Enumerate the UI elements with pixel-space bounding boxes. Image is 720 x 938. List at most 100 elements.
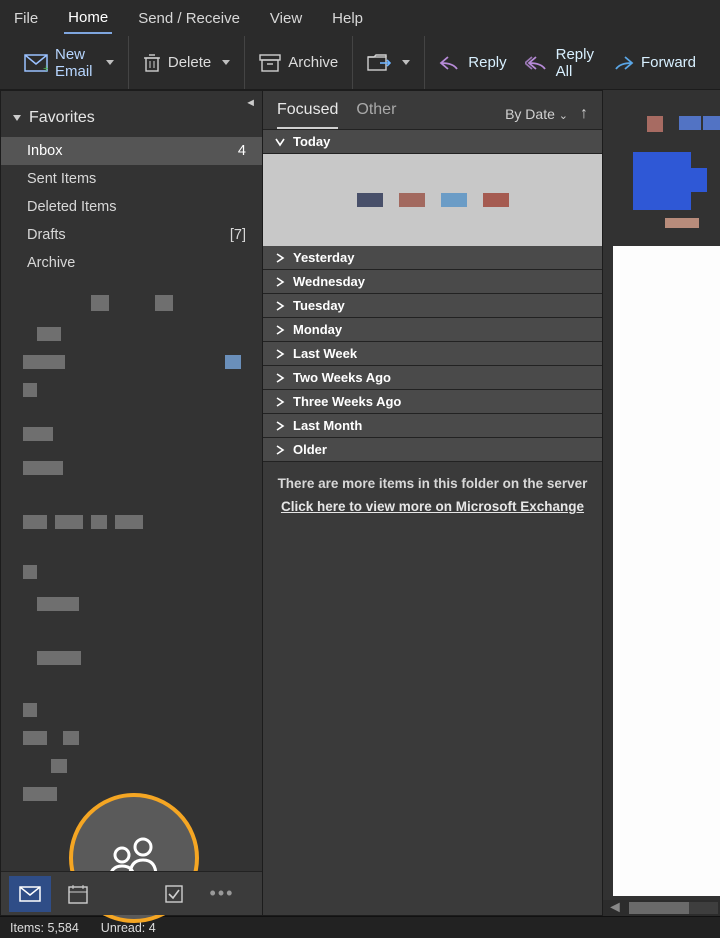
sort-direction-button[interactable]: ↑	[580, 105, 588, 123]
mail-module-button[interactable]	[9, 876, 51, 912]
chevron-right-icon	[275, 325, 285, 335]
more-modules-button[interactable]: •••	[201, 876, 243, 912]
forward-icon	[612, 55, 634, 71]
chevron-right-icon	[275, 349, 285, 359]
folder-label: Sent Items	[27, 171, 96, 187]
menu-home[interactable]: Home	[64, 3, 112, 34]
archive-label: Archive	[288, 54, 338, 71]
reading-scrollbar[interactable]: ◄	[603, 900, 720, 916]
folder-archive[interactable]: Archive	[1, 249, 262, 277]
group-three-weeks-ago[interactable]: Three Weeks Ago	[263, 390, 602, 414]
chevron-right-icon	[275, 137, 285, 147]
new-email-icon: +	[24, 54, 48, 72]
chevron-down-icon: ⌄	[559, 110, 568, 122]
more-items-text: There are more items in this folder on t…	[263, 476, 602, 491]
group-label: Last Week	[293, 346, 357, 361]
reply-all-label: Reply All	[556, 46, 594, 80]
message-preview-swatch	[357, 193, 383, 207]
folder-deleted-items[interactable]: Deleted Items	[1, 193, 262, 221]
message-preview-swatch	[441, 193, 467, 207]
chevron-down-icon[interactable]	[222, 60, 230, 65]
group-older[interactable]: Older	[263, 438, 602, 462]
message-list-pane: Focused Other By Date ⌄ ↑ Today Yesterday…	[263, 90, 603, 916]
group-label: Last Month	[293, 418, 362, 433]
forward-button[interactable]: Forward	[606, 48, 702, 77]
group-label: Older	[293, 442, 327, 457]
folder-inbox[interactable]: Inbox 4	[1, 137, 262, 165]
archive-button[interactable]: Archive	[253, 48, 344, 78]
menu-view[interactable]: View	[266, 4, 306, 33]
reply-all-icon	[525, 55, 549, 71]
new-email-button[interactable]: + New Email	[18, 40, 120, 86]
view-more-link[interactable]: Click here to view more on Microsoft Exc…	[263, 499, 602, 514]
folder-label: Inbox	[27, 143, 62, 159]
menubar: File Home Send / Receive View Help	[0, 0, 720, 36]
favorites-header[interactable]: Favorites	[1, 91, 262, 137]
inbox-tabs: Focused Other	[277, 101, 396, 129]
reading-pane: ◄	[603, 90, 720, 916]
account-tree	[1, 277, 262, 871]
calendar-module-button[interactable]	[57, 876, 99, 912]
chevron-right-icon	[275, 397, 285, 407]
group-two-weeks-ago[interactable]: Two Weeks Ago	[263, 366, 602, 390]
group-label: Yesterday	[293, 250, 354, 265]
folder-drafts[interactable]: Drafts [7]	[1, 221, 262, 249]
collapse-nav-icon[interactable]: ◄	[245, 97, 256, 109]
scroll-left-icon[interactable]: ◄	[603, 899, 627, 917]
group-label: Two Weeks Ago	[293, 370, 391, 385]
new-email-label: New Email	[55, 46, 95, 80]
menu-help[interactable]: Help	[328, 4, 367, 33]
message-body	[613, 246, 720, 896]
move-button[interactable]	[361, 48, 416, 78]
reply-icon	[439, 55, 461, 71]
chevron-right-icon	[275, 301, 285, 311]
group-label: Tuesday	[293, 298, 345, 313]
group-wednesday[interactable]: Wednesday	[263, 270, 602, 294]
message-preview-swatch	[399, 193, 425, 207]
menu-send-receive[interactable]: Send / Receive	[134, 4, 244, 33]
delete-label: Delete	[168, 54, 211, 71]
status-bar: Items: 5,584 Unread: 4	[0, 916, 720, 938]
folder-label: Deleted Items	[27, 199, 116, 215]
sort-by-button[interactable]: By Date ⌄	[505, 106, 568, 122]
folder-label: Drafts	[27, 227, 66, 243]
reply-label: Reply	[468, 54, 506, 71]
folder-sent-items[interactable]: Sent Items	[1, 165, 262, 193]
group-today[interactable]: Today	[263, 130, 602, 154]
ribbon-toolbar: + New Email Delete Archive	[0, 36, 720, 90]
navigation-pane: ◄ Favorites Inbox 4 Sent Items Deleted Item…	[0, 90, 263, 916]
tab-other[interactable]: Other	[356, 101, 396, 129]
trash-icon	[143, 53, 161, 73]
group-last-week[interactable]: Last Week	[263, 342, 602, 366]
status-unread-count: Unread: 4	[101, 921, 156, 935]
group-tuesday[interactable]: Tuesday	[263, 294, 602, 318]
chevron-down-icon[interactable]	[106, 60, 114, 65]
delete-button[interactable]: Delete	[137, 47, 236, 79]
chevron-right-icon	[275, 373, 285, 383]
tab-focused[interactable]: Focused	[277, 101, 338, 129]
group-label: Monday	[293, 322, 342, 337]
archive-icon	[259, 54, 281, 72]
folder-count: [7]	[230, 227, 246, 243]
reply-all-button[interactable]: Reply All	[519, 40, 600, 86]
reply-button[interactable]: Reply	[433, 48, 512, 77]
group-monday[interactable]: Monday	[263, 318, 602, 342]
chevron-down-icon[interactable]	[402, 60, 410, 65]
group-last-month[interactable]: Last Month	[263, 414, 602, 438]
group-yesterday[interactable]: Yesterday	[263, 246, 602, 270]
tasks-module-button[interactable]	[153, 876, 195, 912]
nav-switcher: •••	[1, 871, 262, 915]
group-label: Three Weeks Ago	[293, 394, 401, 409]
menu-file[interactable]: File	[10, 4, 42, 33]
group-label: Wednesday	[293, 274, 365, 289]
group-label: Today	[293, 134, 330, 149]
move-to-folder-icon	[367, 54, 391, 72]
group-today-preview[interactable]	[263, 154, 602, 246]
folder-count: 4	[238, 143, 246, 159]
status-item-count: Items: 5,584	[10, 921, 79, 935]
chevron-right-icon	[275, 421, 285, 431]
forward-label: Forward	[641, 54, 696, 71]
chevron-right-icon	[275, 277, 285, 287]
chevron-right-icon	[275, 253, 285, 263]
folder-label: Archive	[27, 255, 75, 271]
